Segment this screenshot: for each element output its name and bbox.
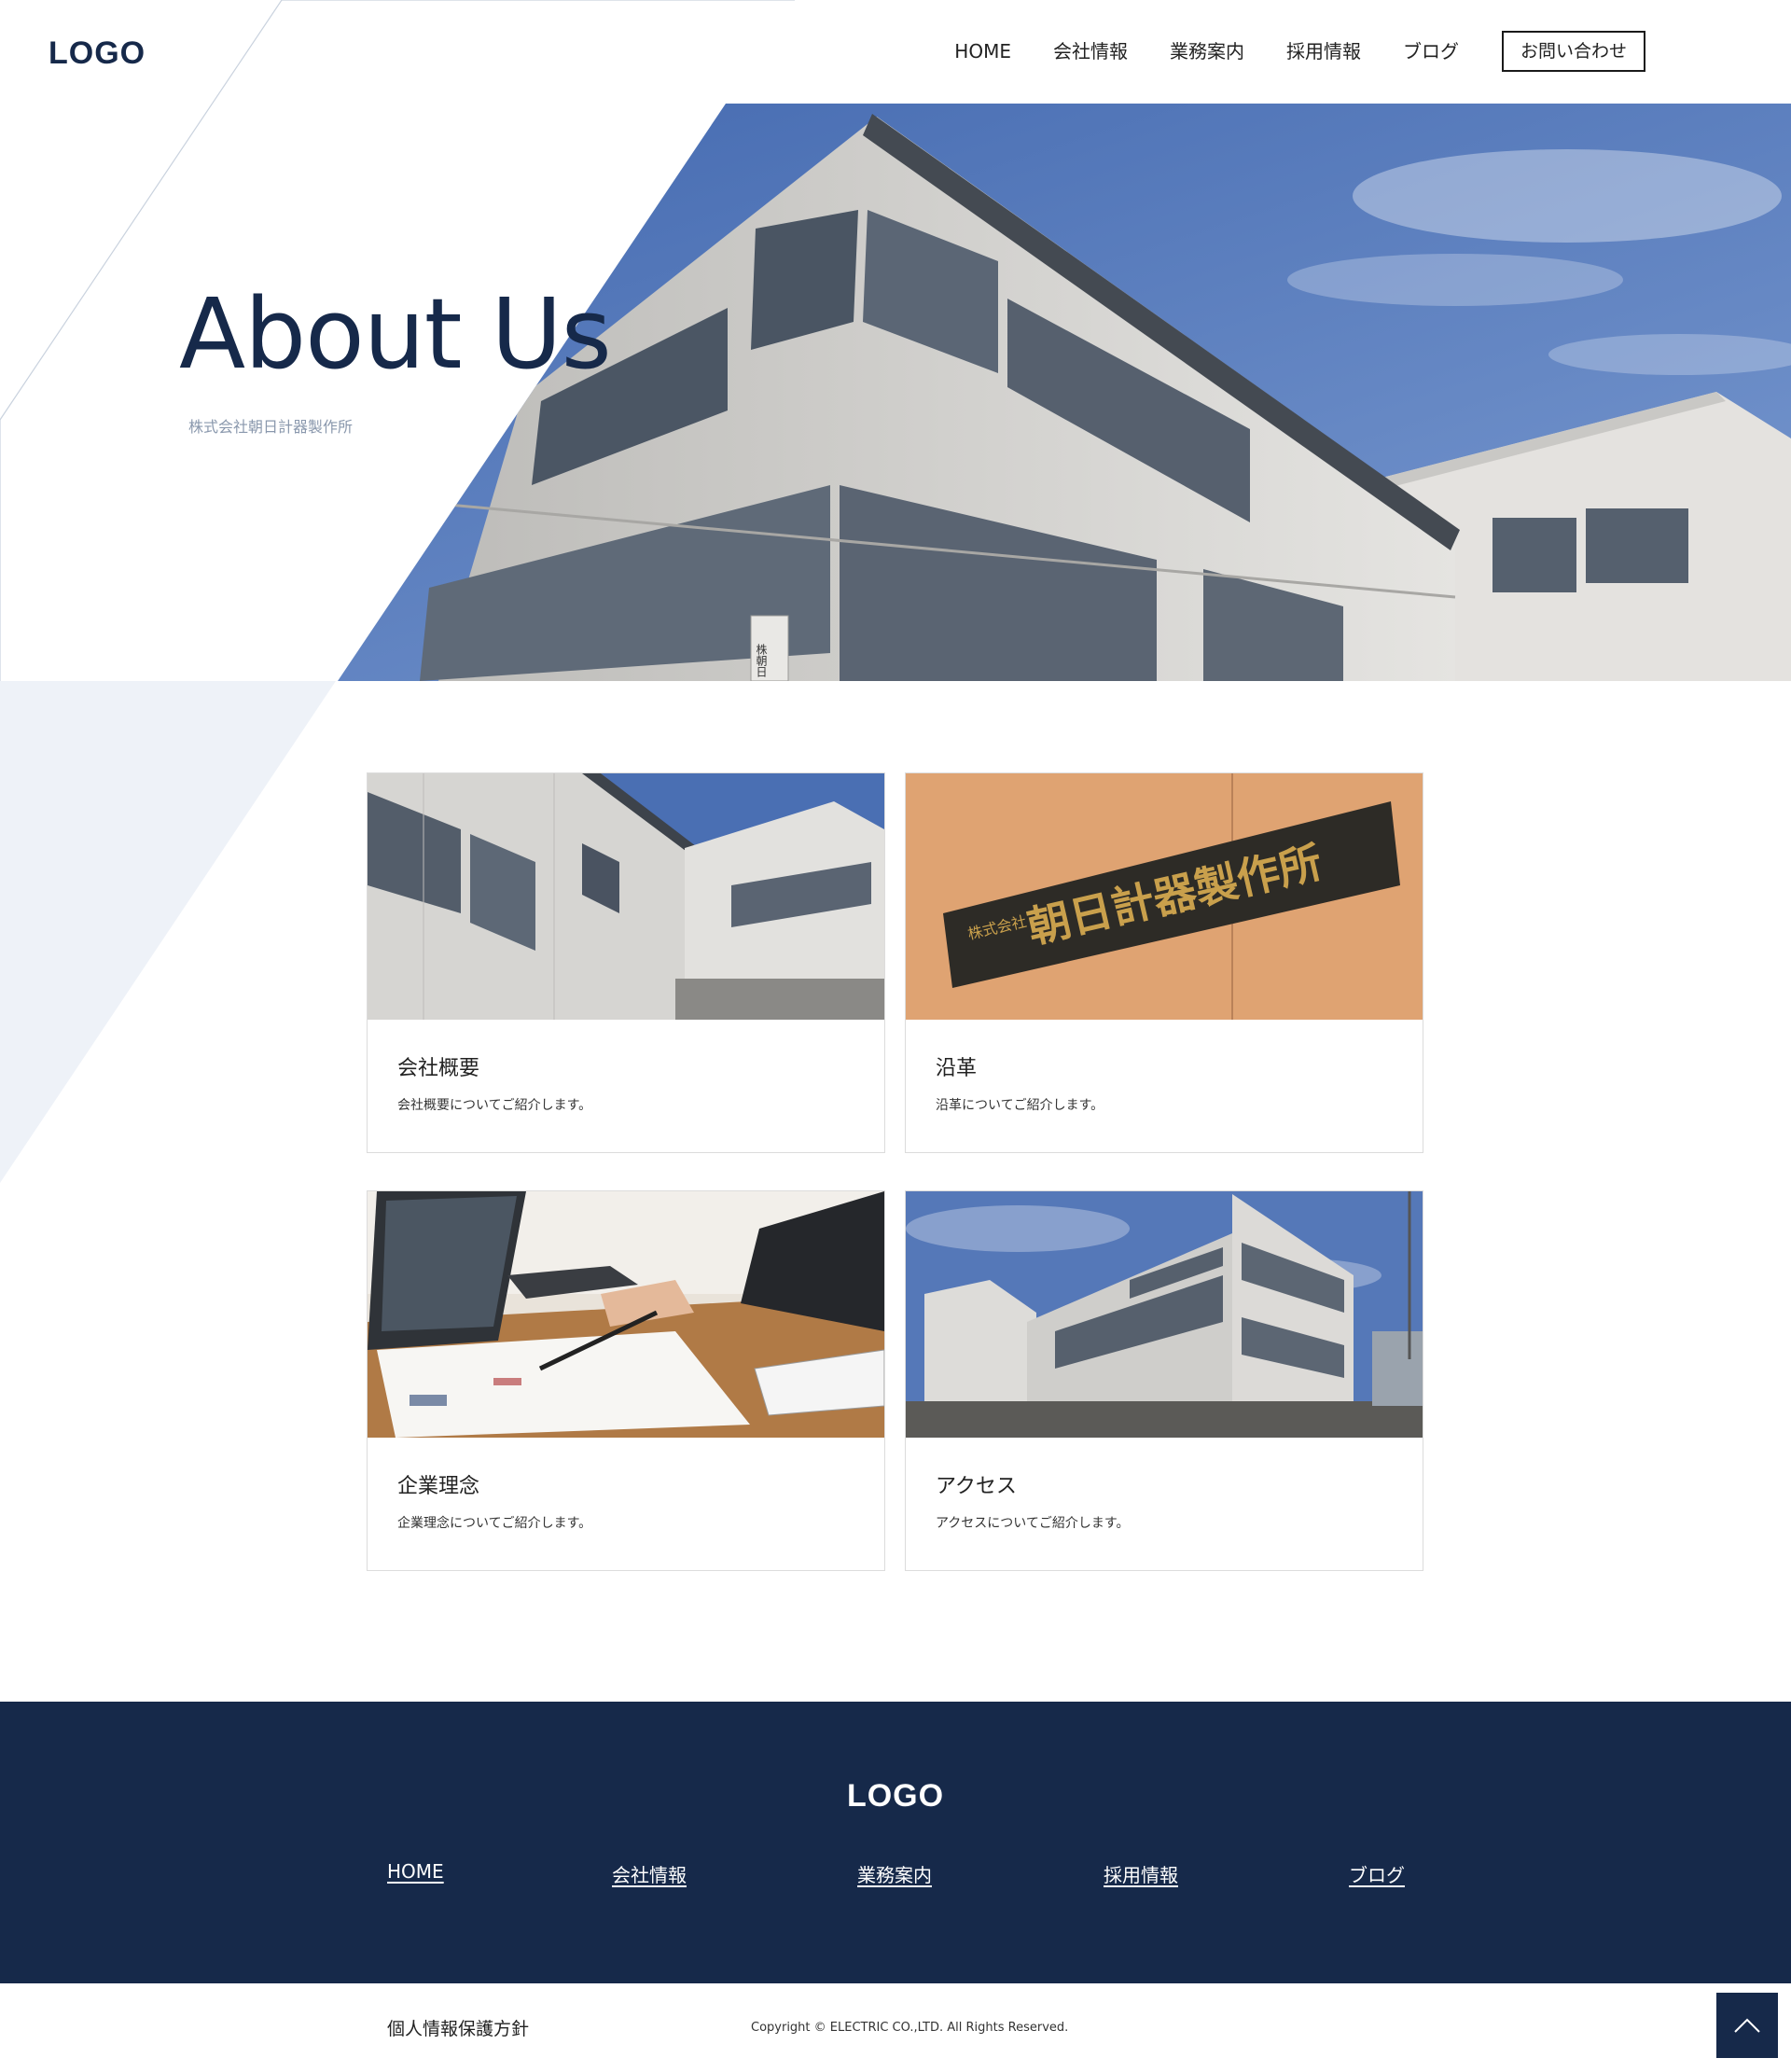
footer: LOGO HOME 会社情報 業務案内 採用情報 ブログ [0,1702,1791,1983]
card-title: アクセス [936,1475,1017,1498]
page-title: About Us [179,277,612,391]
card-title: 会社概要 [397,1057,480,1080]
bottom-bar: 個人情報保護方針 Copyright © ELECTRIC CO.,LTD. A… [0,1983,1791,2072]
card-description: 沿革についてご紹介します。 [936,1098,1104,1113]
nav-services[interactable]: 業務案内 [1170,31,1244,72]
footer-nav-company[interactable]: 会社情報 [612,1860,687,1887]
card-description: アクセスについてご紹介します。 [936,1516,1130,1531]
card-image-meeting [368,1191,884,1438]
footer-nav-recruit[interactable]: 採用情報 [1104,1860,1178,1887]
card-company-overview[interactable]: 会社概要 会社概要についてご紹介します。 [367,772,885,1153]
copyright: Copyright © ELECTRIC CO.,LTD. All Rights… [751,2021,1069,2035]
footer-nav-blog[interactable]: ブログ [1349,1860,1405,1887]
contact-button[interactable]: お問い合わせ [1501,31,1645,72]
footer-logo[interactable]: LOGO [0,1778,1791,1815]
card-description: 企業理念についてご紹介します。 [397,1516,592,1531]
card-image-nameplate: 株式会社 朝日計器製作所 [906,773,1423,1020]
header-logo[interactable]: LOGO [49,35,146,72]
card-history[interactable]: 株式会社 朝日計器製作所 沿革 沿革についてご紹介します。 [905,772,1423,1153]
nav-company[interactable]: 会社情報 [1053,31,1128,72]
nav-home[interactable]: HOME [954,31,1011,72]
chevron-up-icon [1734,2018,1760,2033]
hero-sign-text: 株朝日 [755,643,768,677]
card-philosophy[interactable]: 企業理念 企業理念についてご紹介します。 [367,1190,885,1571]
footer-nav-home[interactable]: HOME [387,1860,444,1883]
card-image-building-exterior [906,1191,1423,1438]
card-access[interactable]: アクセス アクセスについてご紹介します。 [905,1190,1423,1571]
card-description: 会社概要についてご紹介します。 [397,1098,592,1113]
nav-blog[interactable]: ブログ [1403,31,1459,72]
card-title: 企業理念 [397,1475,480,1498]
card-title: 沿革 [936,1057,978,1080]
privacy-policy-link[interactable]: 個人情報保護方針 [387,2015,529,2040]
card-image-building-side [368,773,884,1020]
page-subtitle: 株式会社朝日計器製作所 [188,418,354,436]
nav-recruit[interactable]: 採用情報 [1286,31,1361,72]
footer-nav-services[interactable]: 業務案内 [857,1860,932,1887]
back-to-top-button[interactable] [1716,1993,1778,2058]
main-nav: HOME 会社情報 業務案内 採用情報 ブログ お問い合わせ [954,31,1645,72]
